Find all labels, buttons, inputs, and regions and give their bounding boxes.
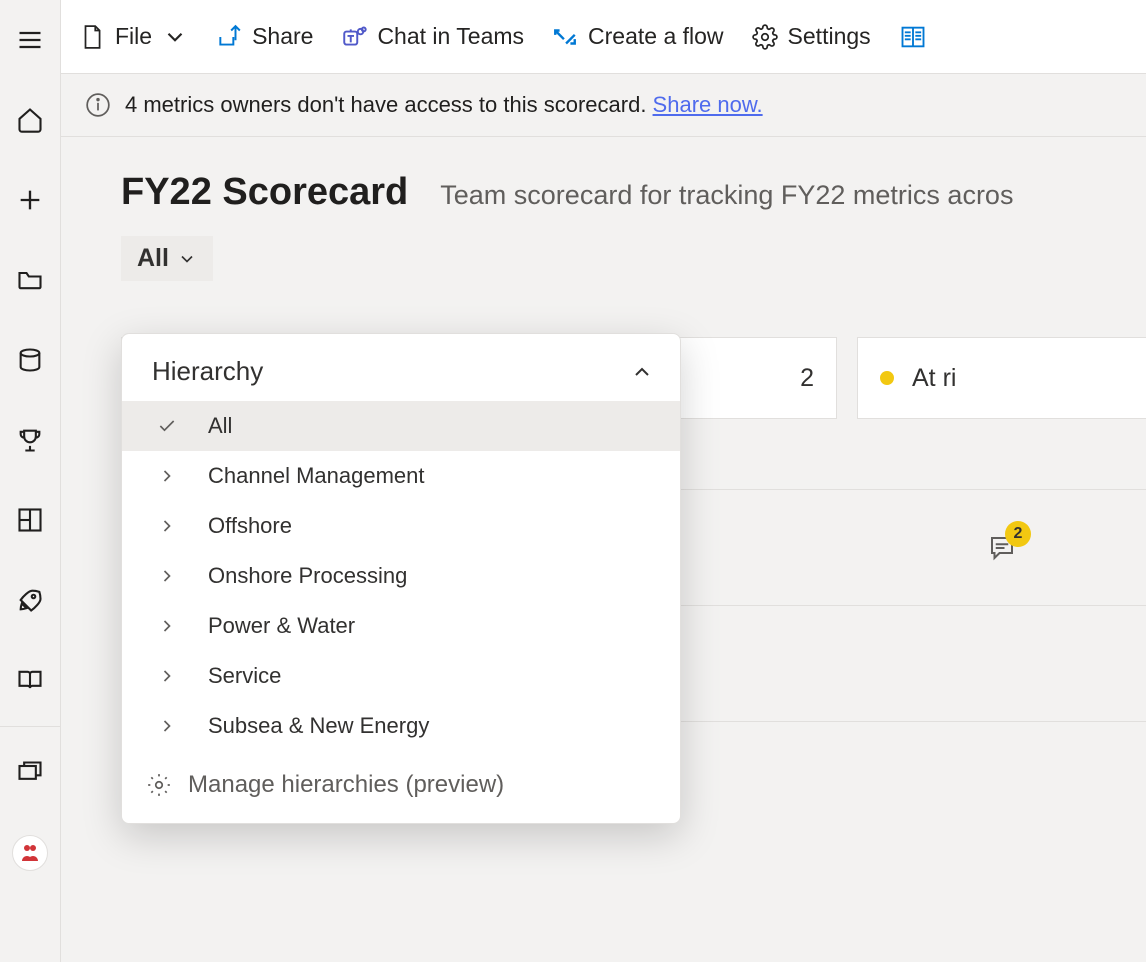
card-value: 2 [800, 364, 814, 393]
main-content: File Share Chat in Teams Create a flow S… [61, 0, 1146, 962]
hierarchy-item-label: Power & Water [208, 613, 355, 639]
hierarchy-item[interactable]: Offshore [122, 501, 680, 551]
home-icon[interactable] [0, 90, 60, 150]
workspace-avatar[interactable] [0, 823, 60, 883]
hierarchy-item-label: Channel Management [208, 463, 424, 489]
share-now-link[interactable]: Share now. [653, 92, 763, 117]
flow-label: Create a flow [588, 23, 724, 50]
info-icon [85, 92, 111, 118]
plus-icon[interactable] [0, 170, 60, 230]
hamburger-menu-icon[interactable] [0, 10, 60, 70]
hierarchy-title: Hierarchy [152, 356, 263, 387]
chevron-right-icon [157, 516, 177, 536]
chevron-right-icon [157, 566, 177, 586]
page-description: Team scorecard for tracking FY22 metrics… [440, 180, 1013, 211]
hierarchy-header[interactable]: Hierarchy [122, 334, 680, 401]
apps-icon[interactable] [0, 490, 60, 550]
chevron-right-icon [157, 666, 177, 686]
page-title: FY22 Scorecard [121, 171, 408, 214]
trophy-icon[interactable] [0, 410, 60, 470]
book-icon[interactable] [0, 650, 60, 710]
folder-icon[interactable] [0, 250, 60, 310]
manage-hierarchies-button[interactable]: Manage hierarchies (preview) [122, 751, 680, 805]
chevron-down-icon [177, 249, 197, 269]
manage-label: Manage hierarchies (preview) [188, 771, 504, 799]
page-header: FY22 Scorecard Team scorecard for tracki… [121, 171, 1146, 214]
hierarchy-item[interactable]: Channel Management [122, 451, 680, 501]
settings-label: Settings [788, 23, 871, 50]
hierarchy-filter-button[interactable]: All [121, 236, 213, 281]
chevron-right-icon [157, 616, 177, 636]
status-card-at-risk[interactable]: At ri [857, 337, 1146, 419]
hierarchy-item-label: Offshore [208, 513, 292, 539]
chevron-up-icon [630, 360, 654, 384]
hierarchy-item-label: All [208, 413, 232, 439]
rocket-icon[interactable] [0, 570, 60, 630]
chat-teams-button[interactable]: Chat in Teams [341, 23, 524, 50]
share-label: Share [252, 23, 313, 50]
workspaces-icon[interactable] [0, 743, 60, 803]
gear-icon [146, 772, 172, 798]
hierarchy-item[interactable]: Subsea & New Energy [122, 701, 680, 751]
check-icon [157, 416, 177, 436]
reading-view-icon[interactable] [899, 23, 927, 51]
settings-button[interactable]: Settings [752, 23, 871, 50]
left-nav [0, 0, 61, 962]
chevron-right-icon [157, 716, 177, 736]
share-button[interactable]: Share [216, 23, 313, 50]
comment-count-badge: 2 [1005, 521, 1031, 547]
card-text: At ri [912, 364, 956, 393]
file-label: File [115, 23, 152, 50]
comments-button[interactable]: 2 [987, 533, 1017, 563]
hierarchy-item[interactable]: All [122, 401, 680, 451]
file-menu[interactable]: File [79, 23, 188, 50]
create-flow-button[interactable]: Create a flow [552, 23, 724, 50]
top-toolbar: File Share Chat in Teams Create a flow S… [61, 0, 1146, 74]
notice-text: 4 metrics owners don't have access to th… [125, 92, 653, 117]
hierarchy-item-label: Onshore Processing [208, 563, 407, 589]
chevron-down-icon [162, 24, 188, 50]
status-dot-icon [880, 371, 894, 385]
chat-label: Chat in Teams [377, 23, 524, 50]
hierarchy-item[interactable]: Onshore Processing [122, 551, 680, 601]
hierarchy-item-label: Subsea & New Energy [208, 713, 429, 739]
hierarchy-item-label: Service [208, 663, 281, 689]
database-icon[interactable] [0, 330, 60, 390]
filter-label: All [137, 244, 169, 273]
access-notice-bar: 4 metrics owners don't have access to th… [61, 74, 1146, 137]
hierarchy-item[interactable]: Service [122, 651, 680, 701]
chevron-right-icon [157, 466, 177, 486]
hierarchy-popup: Hierarchy All Channel Management Offshore O… [121, 333, 681, 824]
hierarchy-item[interactable]: Power & Water [122, 601, 680, 651]
